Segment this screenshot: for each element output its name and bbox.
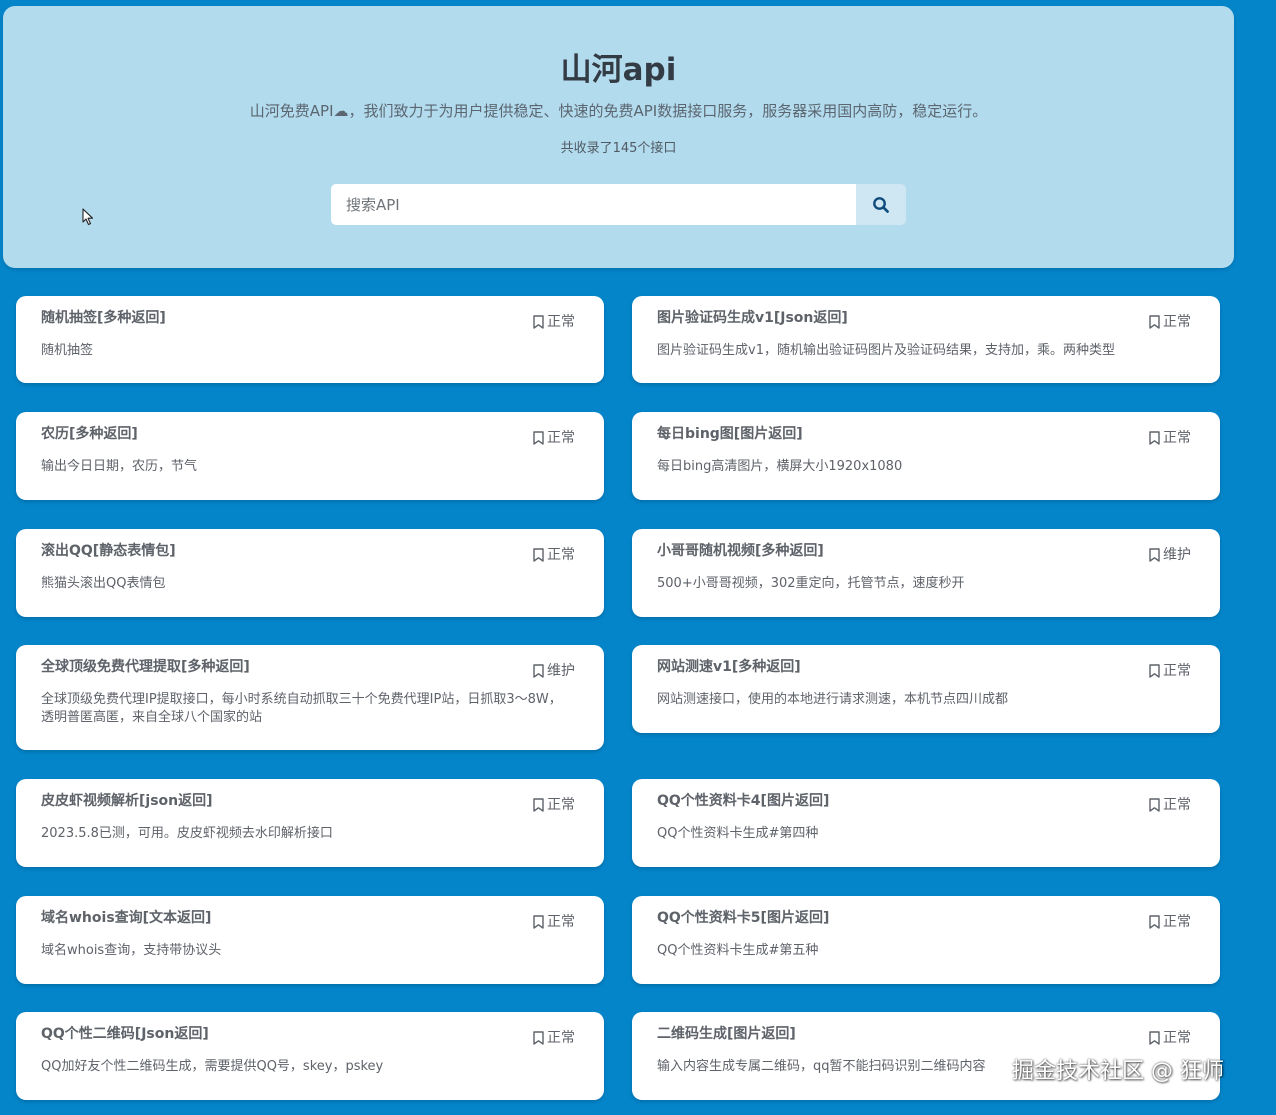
api-card[interactable]: 网站测速v1[多种返回] 正常 网站测速接口，使用的本地进行请求测速，本机节点四… xyxy=(632,645,1220,733)
bookmark-icon xyxy=(533,548,544,562)
api-card-status: 正常 xyxy=(1149,661,1191,681)
api-card[interactable]: QQ个性资料卡5[图片返回] 正常 QQ个性资料卡生成#第五种 xyxy=(632,896,1220,984)
bookmark-icon xyxy=(1149,315,1160,329)
api-card-description: 每日bing高清图片，横屏大小1920x1080 xyxy=(657,459,903,474)
bookmark-icon xyxy=(1149,548,1160,562)
api-card-description: 熊猫头滚出QQ表情包 xyxy=(41,576,166,591)
api-card-status: 正常 xyxy=(533,428,575,448)
api-card-description: QQ个性资料卡生成#第四种 xyxy=(657,826,819,841)
api-card-status-label: 正常 xyxy=(547,914,575,930)
bookmark-icon xyxy=(1149,1031,1160,1045)
api-card-status-label: 维护 xyxy=(1163,547,1191,563)
watermark: 掘金技术社区 @ 狂师 xyxy=(1012,1059,1224,1084)
api-card[interactable]: 域名whois查询[文本返回] 正常 域名whois查询，支持带协议头 xyxy=(16,896,604,984)
api-card-status: 正常 xyxy=(533,545,575,565)
api-card-status: 正常 xyxy=(533,312,575,332)
bookmark-icon xyxy=(1149,664,1160,678)
bookmark-icon xyxy=(1149,798,1160,812)
api-card-title: 图片验证码生成v1[Json返回] xyxy=(657,310,848,326)
api-card-title: 域名whois查询[文本返回] xyxy=(41,910,212,926)
api-card-status-label: 正常 xyxy=(547,430,575,446)
api-card[interactable]: 滚出QQ[静态表情包] 正常 熊猫头滚出QQ表情包 xyxy=(16,529,604,617)
bookmark-icon xyxy=(533,664,544,678)
api-card-description: QQ个性资料卡生成#第五种 xyxy=(657,943,819,958)
api-card[interactable]: 农历[多种返回] 正常 输出今日日期，农历，节气 xyxy=(16,412,604,500)
search-bar xyxy=(331,184,906,225)
api-card-title: 网站测速v1[多种返回] xyxy=(657,659,801,675)
api-card-description: 网站测速接口，使用的本地进行请求测速，本机节点四川成都 xyxy=(657,692,1009,707)
api-card-status: 维护 xyxy=(1149,545,1191,565)
api-card-status: 维护 xyxy=(533,661,575,681)
api-card-status: 正常 xyxy=(533,912,575,932)
api-card-title: QQ个性资料卡5[图片返回] xyxy=(657,910,830,926)
search-button[interactable] xyxy=(856,184,906,225)
api-card-description: 2023.5.8已测，可用。皮皮虾视频去水印解析接口 xyxy=(41,826,333,841)
bookmark-icon xyxy=(1149,431,1160,445)
api-card-status-label: 正常 xyxy=(547,314,575,330)
search-input[interactable] xyxy=(331,184,856,225)
api-card-status-label: 正常 xyxy=(1163,430,1191,446)
api-card[interactable]: QQ个性资料卡4[图片返回] 正常 QQ个性资料卡生成#第四种 xyxy=(632,779,1220,867)
api-card-status: 正常 xyxy=(533,795,575,815)
api-card-title: 小哥哥随机视频[多种返回] xyxy=(657,543,824,559)
bookmark-icon xyxy=(533,915,544,929)
api-card-status: 正常 xyxy=(1149,312,1191,332)
api-card-title: 全球顶级免费代理提取[多种返回] xyxy=(41,659,250,675)
mouse-cursor-icon xyxy=(82,208,94,226)
api-card-status: 正常 xyxy=(1149,1028,1191,1048)
api-card-status: 正常 xyxy=(1149,912,1191,932)
api-card-title: 二维码生成[图片返回] xyxy=(657,1026,796,1042)
api-card-description: 全球顶级免费代理IP提取接口，每小时系统自动抓取三十个免费代理IP站，日抓取3～… xyxy=(41,692,562,725)
api-card-description: 500+小哥哥视频，302重定向，托管节点，速度秒开 xyxy=(657,576,965,591)
api-card-status-label: 维护 xyxy=(547,663,575,679)
site-title: 山河api xyxy=(560,52,677,88)
api-card-status: 正常 xyxy=(1149,795,1191,815)
api-card-description: 输出今日日期，农历，节气 xyxy=(41,459,198,474)
api-count: 共收录了145个接口 xyxy=(560,141,677,156)
api-card-description: QQ加好友个性二维码生成，需要提供QQ号，skey，pskey xyxy=(41,1059,384,1074)
api-card-status-label: 正常 xyxy=(1163,1030,1191,1046)
api-card-status-label: 正常 xyxy=(1163,914,1191,930)
api-card-title: QQ个性资料卡4[图片返回] xyxy=(657,793,830,809)
bookmark-icon xyxy=(533,315,544,329)
api-card-status-label: 正常 xyxy=(547,547,575,563)
api-card-description: 域名whois查询，支持带协议头 xyxy=(41,943,222,958)
bookmark-icon xyxy=(533,431,544,445)
api-card-status: 正常 xyxy=(1149,428,1191,448)
api-card[interactable]: 全球顶级免费代理提取[多种返回] 维护 全球顶级免费代理IP提取接口，每小时系统… xyxy=(16,645,604,750)
api-card[interactable]: 皮皮虾视频解析[json返回] 正常 2023.5.8已测，可用。皮皮虾视频去水… xyxy=(16,779,604,867)
api-card-description: 随机抽签 xyxy=(41,343,94,358)
api-card-status-label: 正常 xyxy=(1163,797,1191,813)
header-panel: 山河api 山河免费API☁，我们致力于为用户提供稳定、快速的免费API数据接口… xyxy=(3,6,1234,268)
api-card[interactable]: 随机抽签[多种返回] 正常 随机抽签 xyxy=(16,296,604,383)
api-card[interactable]: 图片验证码生成v1[Json返回] 正常 图片验证码生成v1，随机输出验证码图片… xyxy=(632,296,1220,383)
api-card-title: 随机抽签[多种返回] xyxy=(41,310,166,326)
api-card-title: 农历[多种返回] xyxy=(41,426,138,442)
api-card[interactable]: 小哥哥随机视频[多种返回] 维护 500+小哥哥视频，302重定向，托管节点，速… xyxy=(632,529,1220,617)
bookmark-icon xyxy=(533,1031,544,1045)
search-icon xyxy=(873,196,889,213)
api-card-status: 正常 xyxy=(533,1028,575,1048)
api-card-title: QQ个性二维码[Json返回] xyxy=(41,1026,209,1042)
api-card-status-label: 正常 xyxy=(547,797,575,813)
api-card-status-label: 正常 xyxy=(1163,663,1191,679)
api-card[interactable]: QQ个性二维码[Json返回] 正常 QQ加好友个性二维码生成，需要提供QQ号，… xyxy=(16,1012,604,1100)
api-card-title: 每日bing图[图片返回] xyxy=(657,426,803,442)
bookmark-icon xyxy=(1149,915,1160,929)
api-card[interactable]: 每日bing图[图片返回] 正常 每日bing高清图片，横屏大小1920x108… xyxy=(632,412,1220,500)
api-card-title: 滚出QQ[静态表情包] xyxy=(41,543,176,559)
api-card-description: 图片验证码生成v1，随机输出验证码图片及验证码结果，支持加，乘。两种类型 xyxy=(657,343,1115,358)
site-subtitle: 山河免费API☁，我们致力于为用户提供稳定、快速的免费API数据接口服务，服务器… xyxy=(249,102,988,120)
page: 山河api 山河免费API☁，我们致力于为用户提供稳定、快速的免费API数据接口… xyxy=(0,0,1276,1115)
api-card-status-label: 正常 xyxy=(1163,314,1191,330)
bookmark-icon xyxy=(533,798,544,812)
api-card-status-label: 正常 xyxy=(547,1030,575,1046)
api-card-title: 皮皮虾视频解析[json返回] xyxy=(41,793,213,809)
